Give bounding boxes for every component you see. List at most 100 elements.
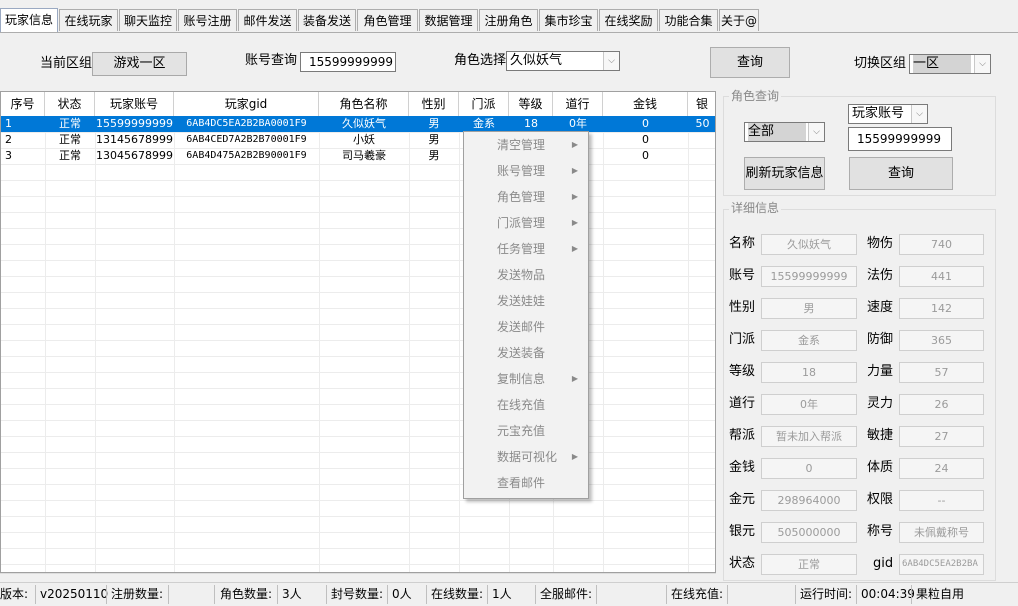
switch-zone-dropdown[interactable]: 一区 ⌵ (909, 54, 991, 74)
context-menu-item-label: 元宝充值 (497, 424, 546, 438)
tab-3[interactable]: 账号注册 (178, 9, 237, 31)
query-type-dropdown[interactable]: 玩家账号 ⌵ (848, 104, 928, 124)
detail-label: 银元 (729, 524, 756, 539)
player-table: 序号 状态 玩家账号 玩家gid 角色名称 性别 门派 等级 道行 金钱银 1 正常 15599999… (0, 91, 716, 573)
row-gridline (1, 436, 715, 437)
column-header[interactable]: 玩家gid (174, 92, 319, 116)
column-gridline (45, 116, 46, 572)
detail-label: 等级 (729, 364, 756, 379)
column-header[interactable]: 序号 (1, 92, 45, 116)
context-menu-item[interactable]: 任务管理 ▶ (464, 236, 588, 262)
detail-label: 物伤 (867, 236, 894, 251)
detail-value: 27 (899, 426, 984, 447)
runtime-label: 运行时间: (800, 587, 853, 601)
context-menu-item[interactable]: 账号管理 ▶ (464, 158, 588, 184)
tab-0[interactable]: 玩家信息 (0, 8, 58, 33)
table-row[interactable]: 3正常130456789996AB4D475A2B2B90001F9司马羲豪男金… (1, 148, 715, 164)
role-select-value: 久似妖气 (510, 53, 563, 68)
column-header[interactable]: 等级 (509, 92, 553, 116)
detail-value: 正常 (761, 554, 857, 575)
context-menu-item[interactable]: 数据可视化 ▶ (464, 444, 588, 470)
tab-1[interactable]: 在线玩家 (59, 9, 118, 31)
context-menu-item-label: 复制信息 (497, 372, 546, 386)
status-separator (666, 585, 667, 604)
context-menu-item-label: 在线充值 (497, 398, 546, 412)
vertical-scrollbar[interactable] (1010, 33, 1018, 582)
tab-4[interactable]: 邮件发送 (238, 9, 297, 31)
query-button[interactable]: 查询 (710, 47, 790, 78)
tab-11[interactable]: 功能合集 (659, 9, 718, 31)
table-cell: 2 (5, 133, 12, 146)
context-menu-item[interactable]: 发送邮件 (464, 314, 588, 340)
context-menu-item[interactable]: 元宝充值 (464, 418, 588, 444)
column-header[interactable]: 性别 (409, 92, 459, 116)
context-menu-item[interactable]: 在线充值 (464, 392, 588, 418)
detail-value: 0年 (761, 394, 857, 415)
detail-value: 未佩戴称号 (899, 522, 984, 543)
version-label: 版本: (0, 587, 29, 601)
server-mail-label: 全服邮件: (540, 587, 593, 601)
row-gridline (1, 468, 715, 469)
tab-9[interactable]: 集市珍宝 (539, 9, 598, 31)
detail-value: 男 (761, 298, 857, 319)
context-menu-item[interactable]: 查看邮件 (464, 470, 588, 496)
column-header[interactable]: 角色名称 (319, 92, 409, 116)
column-header[interactable]: 门派 (459, 92, 509, 116)
role-account-input[interactable]: 15599999999 (848, 127, 952, 151)
detail-label: 敏捷 (867, 428, 894, 443)
detail-value: 6AB4DC5EA2B2BA (899, 554, 984, 575)
context-menu-item[interactable]: 发送物品 (464, 262, 588, 288)
account-query-input[interactable]: 15599999999 (300, 52, 396, 72)
context-menu-item[interactable]: 清空管理 ▶ (464, 132, 588, 158)
detail-value: -- (899, 490, 984, 511)
context-menu-item[interactable]: 发送装备 (464, 340, 588, 366)
context-menu-item[interactable]: 复制信息 ▶ (464, 366, 588, 392)
tab-10[interactable]: 在线奖励 (599, 9, 658, 31)
status-separator (727, 585, 728, 604)
current-zone-label: 当前区组 (40, 56, 93, 71)
column-header[interactable]: 道行 (553, 92, 603, 116)
tab-6[interactable]: 角色管理 (357, 9, 418, 31)
status-separator (596, 585, 597, 604)
table-cell: 18 (524, 117, 538, 130)
table-row[interactable]: 1 正常 15599999999 6AB4DC5EA2B2BA0001F9 久似妖气 男 金… (1, 116, 715, 132)
role-select-dropdown[interactable]: 久似妖气 ⌵ (506, 51, 620, 71)
status-separator (35, 585, 36, 604)
status-separator (911, 585, 912, 604)
tab-7[interactable]: 数据管理 (419, 9, 478, 31)
column-header[interactable]: 银 (688, 92, 715, 116)
refresh-player-button[interactable]: 刷新玩家信息 (744, 157, 825, 190)
table-row[interactable]: 2正常131456789996AB4CED7A2B2B70001F9小妖男金系0… (1, 132, 715, 148)
row-gridline (1, 228, 715, 229)
status-separator (795, 585, 796, 604)
column-header[interactable]: 状态 (45, 92, 95, 116)
detail-label: 称号 (867, 524, 894, 539)
filter-dropdown[interactable]: 全部 ⌵ (744, 122, 825, 142)
role-query-title: 角色查询 (729, 89, 782, 103)
context-menu-item[interactable]: 门派管理 ▶ (464, 210, 588, 236)
table-cell: 男 (428, 117, 440, 130)
table-cell: 3 (5, 149, 12, 162)
switch-zone-label: 切换区组 (854, 56, 907, 71)
tab-12[interactable]: 关于@ (719, 9, 759, 31)
context-menu-item[interactable]: 发送娃娃 (464, 288, 588, 314)
tab-2[interactable]: 聊天监控 (119, 9, 177, 31)
tab-8[interactable]: 注册角色 (479, 9, 538, 31)
table-cell: 0 (642, 133, 649, 146)
column-header[interactable]: 金钱 (603, 92, 688, 116)
context-menu-item-label: 门派管理 (497, 216, 546, 230)
context-menu-item-label: 任务管理 (497, 242, 546, 256)
column-header[interactable]: 玩家账号 (95, 92, 174, 116)
table-cell: 正常 (59, 133, 81, 146)
context-menu-item[interactable]: 角色管理 ▶ (464, 184, 588, 210)
context-menu-item-label: 角色管理 (497, 190, 546, 204)
role-query-button[interactable]: 查询 (849, 157, 953, 190)
table-cell: 司马羲豪 (342, 149, 386, 162)
detail-label: 权限 (867, 492, 894, 507)
table-cell: 正常 (59, 149, 81, 162)
switch-zone-value: 一区 (913, 55, 971, 73)
tab-5[interactable]: 装备发送 (298, 9, 356, 31)
user-label: 果粒自用 (916, 587, 965, 601)
row-gridline (1, 372, 715, 373)
table-cell: 50 (695, 117, 710, 130)
